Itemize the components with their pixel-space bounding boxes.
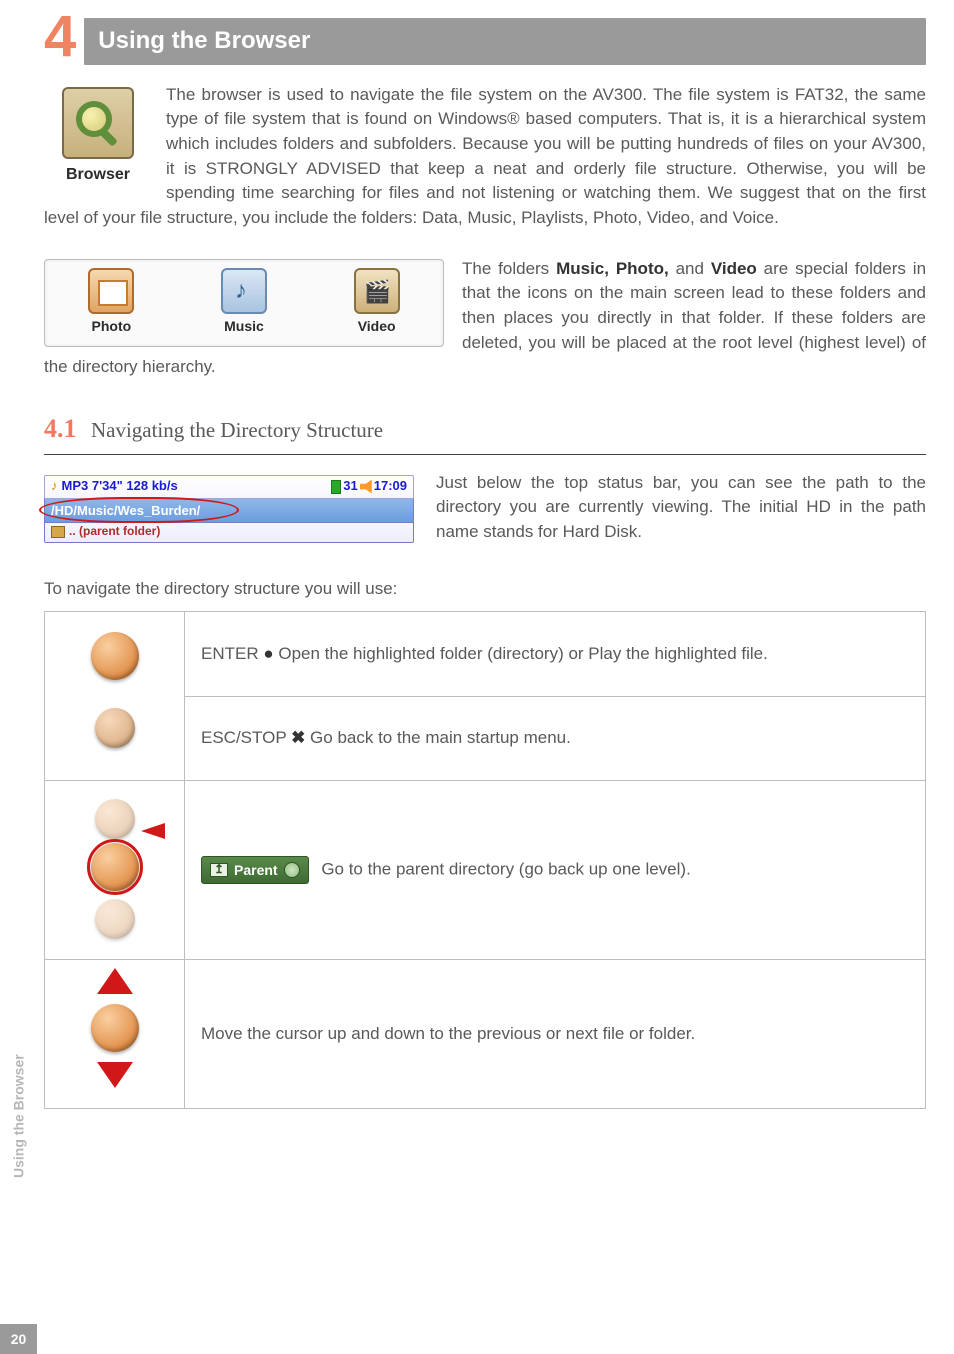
status-bar: ♪ MP3 7'34" 128 kb/s 31 17:09 — [44, 475, 414, 499]
nav-pad-enter-esc — [45, 612, 185, 781]
music-icon — [221, 268, 267, 314]
triangle-up-icon — [97, 968, 133, 994]
folder-label: Video — [354, 316, 400, 336]
intro-block: Browser The browser is used to navigate … — [44, 83, 926, 231]
folder-label: Photo — [88, 316, 134, 336]
sidebar-section-label: Using the Browser — [0, 1046, 37, 1316]
status-left: ♪ MP3 7'34" 128 kb/s — [51, 477, 178, 496]
path-row: /HD/Music/Wes_Burden/ — [44, 499, 414, 523]
triangle-down-icon — [97, 1062, 133, 1088]
folder-video: Video — [354, 268, 400, 336]
battery-percent: 31 — [343, 477, 357, 496]
chapter-title: Using the Browser — [84, 18, 926, 65]
nav-pad-figure — [69, 974, 161, 1094]
red-arrow-icon — [141, 823, 165, 839]
nav-pad-figure — [69, 795, 161, 945]
path-text: /HD/Music/Wes_Burden/ — [51, 503, 200, 518]
page-number: 20 — [0, 1324, 37, 1354]
esc-button-icon — [95, 708, 135, 748]
parent-folder-row: .. (parent folder) — [44, 523, 414, 543]
up-folder-icon — [51, 526, 65, 538]
table-row: ↥ Parent Go to the parent directory (go … — [45, 781, 926, 960]
pad-up-icon — [95, 799, 135, 839]
nav-pad-figure — [69, 626, 161, 766]
music-note-icon: ♪ — [51, 477, 58, 496]
parent-chip: ↥ Parent — [201, 856, 309, 884]
section-header: 4.1 Navigating the Directory Structure — [44, 410, 926, 448]
controls-table: ENTER ● Open the highlighted folder (dir… — [44, 611, 926, 1109]
chapter-number: 4 — [44, 14, 76, 65]
controls-intro: To navigate the directory structure you … — [44, 577, 926, 602]
esc-description: ESC/STOP ✖ Go back to the main startup m… — [185, 696, 926, 781]
enter-button-icon — [91, 632, 139, 680]
disc-icon — [284, 862, 300, 878]
sidebar-tab: Using the Browser 20 — [0, 1024, 37, 1354]
pad-down-icon — [95, 899, 135, 939]
chapter-header: 4 Using the Browser — [44, 18, 926, 65]
folder-music: Music — [221, 268, 267, 336]
status-text: MP3 7'34" 128 kb/s — [62, 477, 178, 496]
enter-description: ENTER ● Open the highlighted folder (dir… — [185, 612, 926, 697]
battery-icon — [331, 480, 341, 494]
parent-chip-label: Parent — [234, 860, 278, 880]
pad-center-icon — [91, 1004, 139, 1052]
section-number: 4.1 — [44, 414, 77, 443]
video-icon — [354, 268, 400, 314]
magnifier-icon — [62, 87, 134, 159]
browser-icon-box: Browser — [44, 87, 152, 186]
section-title: Navigating the Directory Structure — [91, 418, 383, 442]
pad-center-icon — [91, 843, 139, 891]
up-arrow-icon: ↥ — [210, 863, 228, 877]
parent-folder-label: .. (parent folder) — [69, 523, 160, 540]
section-underline — [44, 454, 926, 455]
status-right: 31 17:09 — [331, 477, 407, 496]
folder-photo: Photo — [88, 268, 134, 336]
table-row: Move the cursor up and down to the previ… — [45, 960, 926, 1109]
table-row: ENTER ● Open the highlighted folder (dir… — [45, 612, 926, 697]
status-block: ♪ MP3 7'34" 128 kb/s 31 17:09 /HD/Music/… — [44, 471, 926, 545]
folders-block: Photo Music Video The folders Music, Pho… — [44, 257, 926, 380]
intro-paragraph: The browser is used to navigate the file… — [44, 83, 926, 231]
updown-description: Move the cursor up and down to the previ… — [185, 960, 926, 1109]
nav-pad-left — [45, 781, 185, 960]
browser-caption: Browser — [44, 163, 152, 186]
speaker-icon — [360, 480, 372, 494]
folder-label: Music — [221, 316, 267, 336]
clock: 17:09 — [374, 477, 407, 496]
path-figure: ♪ MP3 7'34" 128 kb/s 31 17:09 /HD/Music/… — [44, 475, 414, 543]
parent-description: ↥ Parent Go to the parent directory (go … — [185, 781, 926, 960]
photo-icon — [88, 268, 134, 314]
nav-pad-updown — [45, 960, 185, 1109]
folder-strip: Photo Music Video — [44, 259, 444, 347]
